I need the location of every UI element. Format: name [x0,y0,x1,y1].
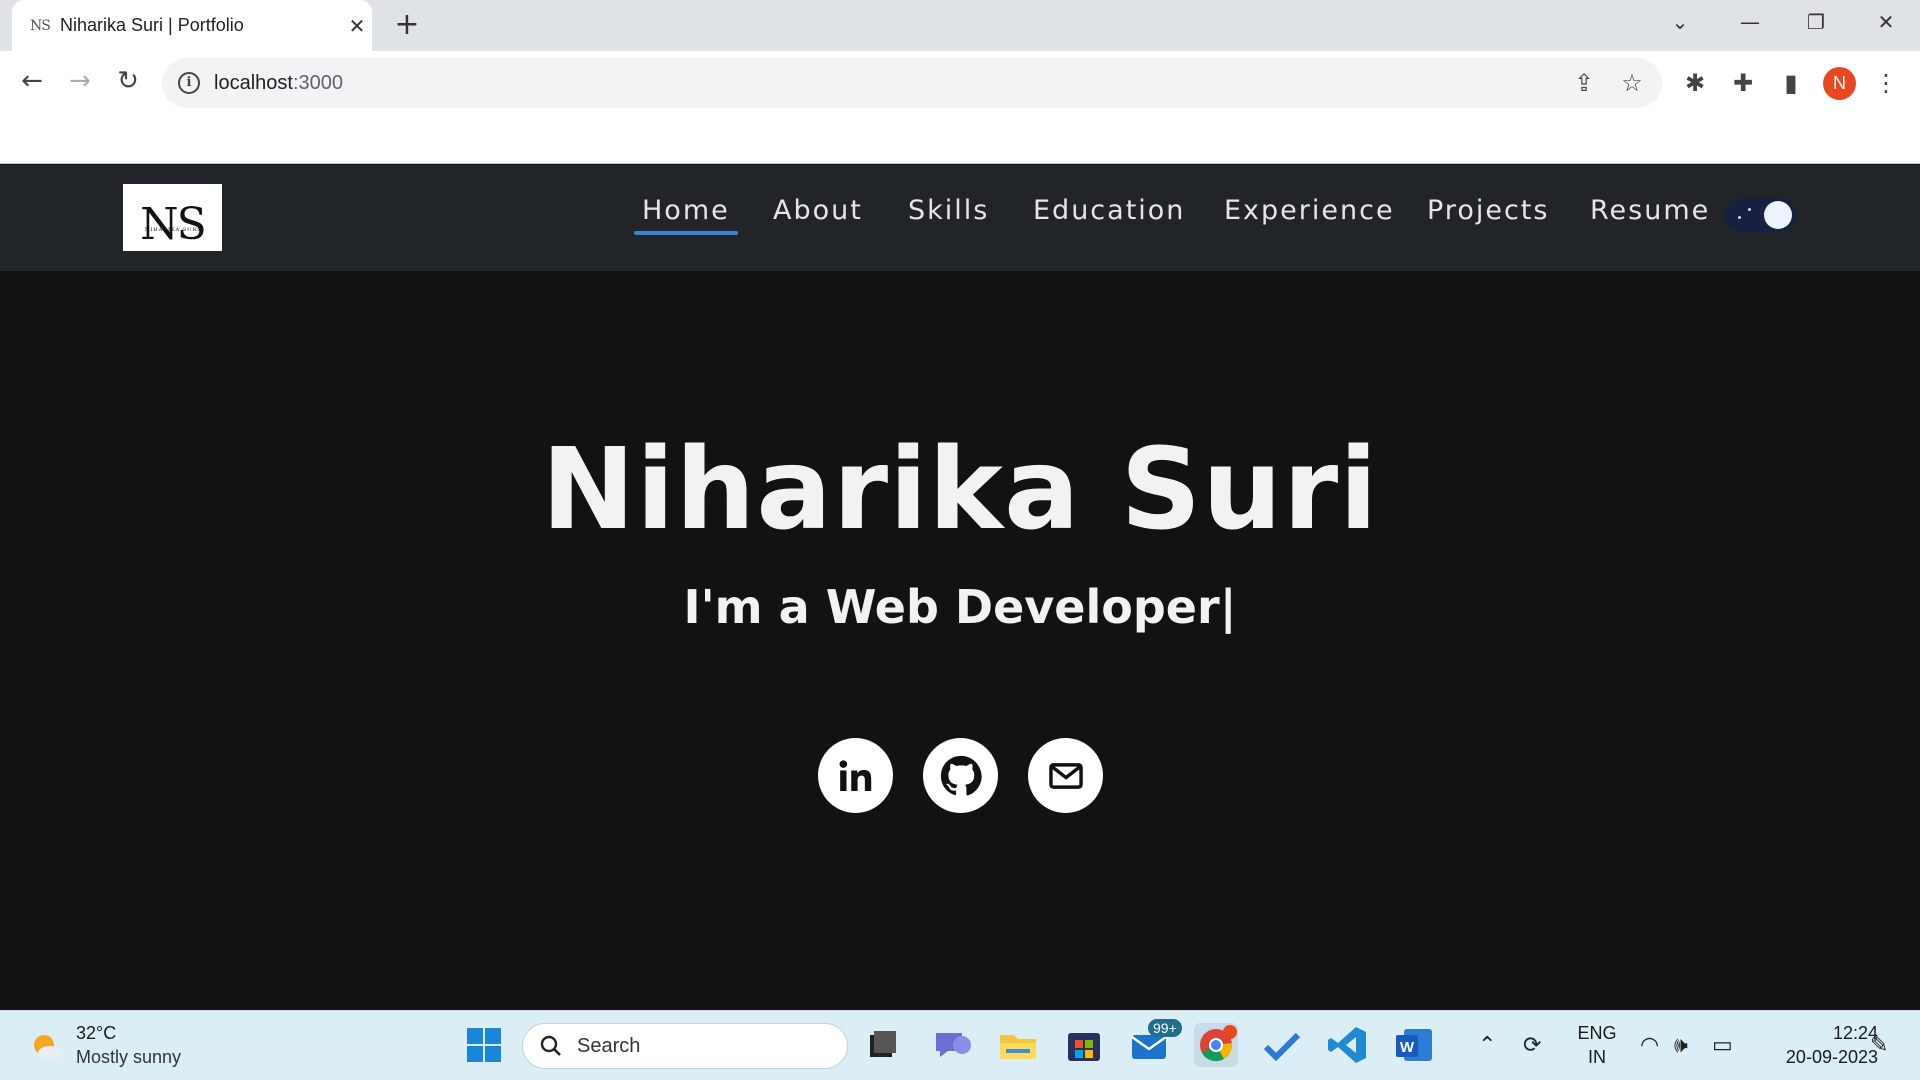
nav-link-resume[interactable]: Resume [1590,195,1710,226]
menu-kebab-icon[interactable]: ⋮ [1866,63,1906,103]
github-icon [940,755,982,795]
back-arrow-icon[interactable]: ← [12,61,52,101]
site-logo[interactable]: NS NIHARIKA SURI [123,184,222,251]
hero-tagline: I'm a Web Developer| [0,580,1920,634]
site-info-icon[interactable]: i [178,72,200,94]
toggle-star-icon [1738,216,1741,219]
reload-icon[interactable]: ↻ [108,61,148,101]
mail-icon [1048,762,1083,789]
windows-taskbar: 32°C Mostly sunny Search 99+ W ⌃ ⟳ ENG I… [0,1010,1920,1080]
file-explorer-icon[interactable] [996,1023,1040,1067]
close-window-button[interactable]: ✕ [1856,0,1916,44]
extension-bug-icon[interactable]: ✱ [1675,63,1715,103]
battery-icon[interactable]: ▭ [1712,1033,1733,1058]
site-navbar: NS NIHARIKA SURI Home About Skills Educa… [0,165,1920,271]
weather-description: Mostly sunny [76,1047,182,1067]
minimize-button[interactable]: — [1720,0,1780,44]
nav-link-home[interactable]: Home [634,195,738,235]
tab-favicon-icon: NS [30,17,51,34]
nav-link-skills[interactable]: Skills [908,195,989,226]
notification-icon[interactable]: ✎ [1870,1033,1888,1058]
mail-badge: 99+ [1148,1019,1182,1037]
extensions-puzzle-icon[interactable]: ✚ [1723,63,1763,103]
restore-button[interactable]: ❐ [1786,0,1846,44]
linkedin-button[interactable] [818,738,893,813]
teams-chat-icon[interactable] [930,1023,974,1067]
github-button[interactable] [923,738,998,813]
hero-name: Niharika Suri [541,425,1379,555]
toggle-star-icon [1748,208,1751,211]
clock-time[interactable]: 12:24 [1758,1023,1878,1044]
bookmark-star-icon[interactable]: ☆ [1612,58,1652,108]
browser-tab[interactable]: NS Niharika Suri | Portfolio ✕ [12,0,372,51]
microsoft-store-icon[interactable] [1062,1023,1106,1067]
vscode-icon[interactable] [1326,1023,1370,1067]
side-panel-icon[interactable]: ▮ [1771,63,1811,103]
url-text: localhost:3000 [214,71,343,94]
tagline-role: Web Developer [825,580,1220,634]
wifi-icon[interactable]: ◠ [1640,1033,1659,1058]
profile-avatar[interactable]: N [1823,67,1856,100]
forward-arrow-icon[interactable]: → [60,61,100,101]
logo-monogram: NS [140,198,207,250]
clock-date[interactable]: 20-09-2023 [1758,1047,1878,1068]
nav-link-education[interactable]: Education [1033,195,1185,226]
nav-link-about[interactable]: About [773,195,863,226]
weather-sun-icon[interactable] [30,1029,64,1063]
weather-temperature: 32°C [76,1023,117,1043]
tab-close-icon[interactable]: ✕ [342,14,372,38]
chrome-icon[interactable] [1194,1023,1238,1067]
search-icon [540,1035,561,1056]
nav-link-experience[interactable]: Experience [1224,195,1395,226]
linkedin-icon [839,759,871,791]
browser-tab-bar: NS Niharika Suri | Portfolio ✕ + ⌄ — ❐ ✕ [0,0,1920,51]
nav-link-projects[interactable]: Projects [1427,195,1549,226]
tab-search-icon[interactable]: ⌄ [1650,0,1710,44]
new-tab-button[interactable]: + [390,8,424,42]
toggle-moon-icon [1764,201,1792,229]
volume-icon[interactable]: 🕪 [1674,1033,1688,1058]
svg-text:W: W [1400,1039,1415,1056]
tray-chevron-icon[interactable]: ⌃ [1478,1033,1496,1058]
search-label: Search [577,1034,641,1057]
windows-start-icon[interactable] [462,1023,506,1067]
browser-toolbar: ← → ↻ i localhost:3000 ⇪ ☆ ✱ ✚ ▮ N ⋮ [0,51,1920,164]
taskbar-search[interactable]: Search [522,1023,848,1069]
todo-check-icon[interactable] [1260,1023,1304,1067]
address-bar[interactable]: i localhost:3000 ⇪ ☆ [162,58,1662,108]
typing-cursor: | [1219,580,1237,634]
logo-subtitle: NIHARIKA SURI [144,226,201,233]
email-button[interactable] [1028,738,1103,813]
task-view-icon[interactable] [860,1023,904,1067]
tab-title: Niharika Suri | Portfolio [60,15,244,35]
tagline-prefix: I'm a [683,580,826,634]
share-icon[interactable]: ⇪ [1564,58,1604,108]
language-line-2[interactable]: IN [1576,1047,1618,1068]
sync-icon[interactable]: ⟳ [1523,1033,1541,1058]
word-icon[interactable]: W [1392,1023,1436,1067]
language-line-1[interactable]: ENG [1576,1023,1618,1044]
theme-toggle[interactable] [1724,198,1796,232]
